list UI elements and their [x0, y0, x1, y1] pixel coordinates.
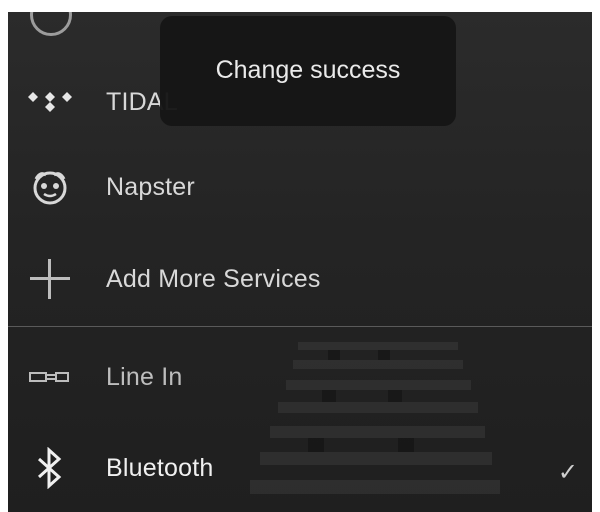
- service-icon-partial: [30, 12, 72, 36]
- service-label: Add More Services: [106, 264, 321, 293]
- toast-message: Change success: [215, 56, 401, 84]
- plus-icon: [22, 251, 78, 307]
- bluetooth-icon: [22, 440, 78, 496]
- tidal-icon: [22, 74, 78, 130]
- service-item-napster[interactable]: Napster: [8, 157, 592, 217]
- input-item-line-in[interactable]: Line In: [8, 347, 592, 407]
- input-label: Bluetooth: [106, 453, 214, 482]
- input-item-bluetooth[interactable]: Bluetooth: [8, 438, 592, 498]
- line-in-icon: [22, 349, 78, 405]
- add-more-services-button[interactable]: Add More Services: [8, 249, 592, 309]
- toast-notification: Change success: [160, 16, 456, 126]
- input-label: Line In: [106, 362, 183, 391]
- divider: [8, 326, 592, 327]
- service-label: Napster: [106, 172, 195, 201]
- napster-icon: [22, 159, 78, 215]
- music-source-list: TIDAL Napster Add More Services Line In …: [8, 12, 592, 512]
- selected-check-icon: ✓: [557, 459, 578, 486]
